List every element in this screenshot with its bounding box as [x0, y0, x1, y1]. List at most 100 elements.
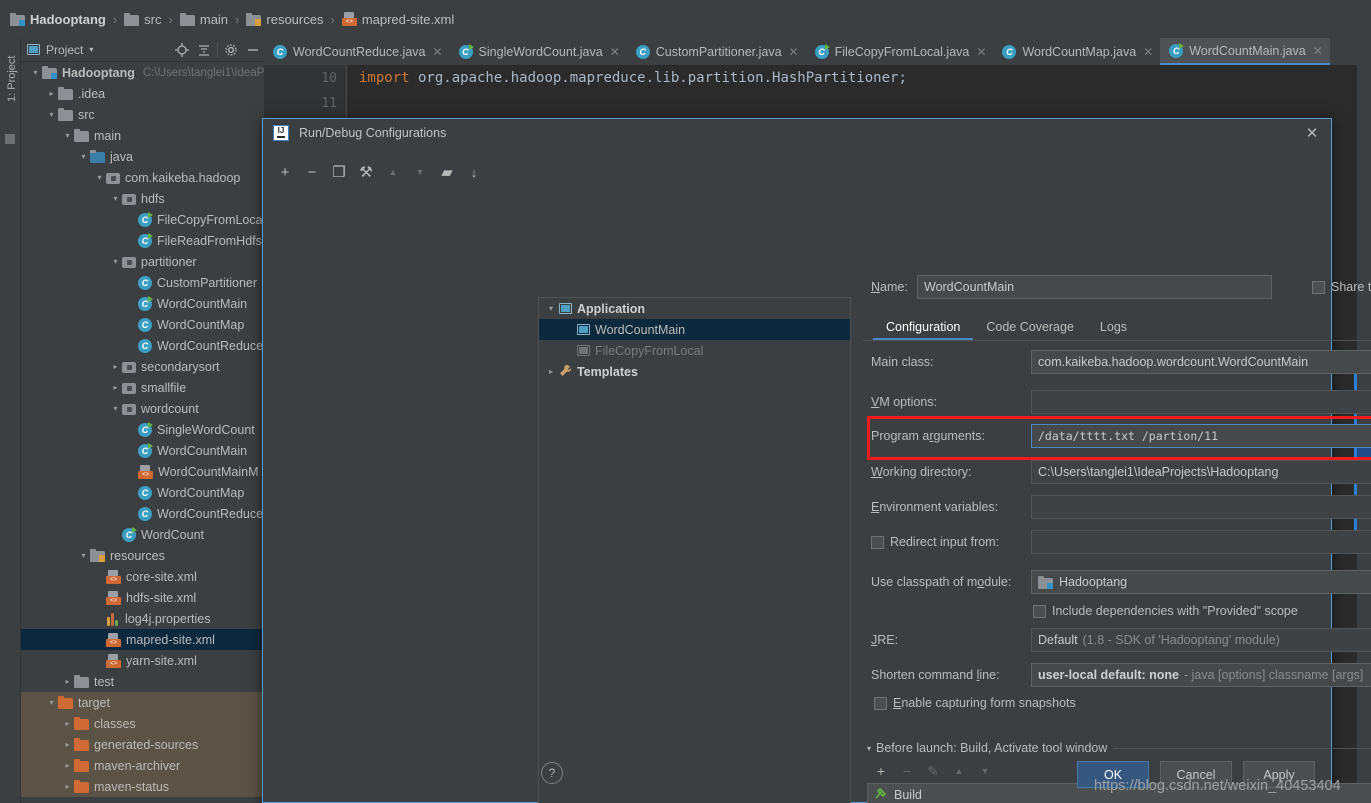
chevron-down-icon[interactable]: ▾: [77, 152, 90, 161]
classpath-module-select[interactable]: Hadooptang ▾: [1031, 570, 1371, 594]
chevron-down-icon[interactable]: ▾: [93, 173, 106, 182]
add-task-icon[interactable]: +: [870, 761, 892, 781]
chevron-right-icon[interactable]: ▸: [61, 761, 74, 770]
tab-configuration[interactable]: Configuration: [873, 314, 974, 340]
tree-item[interactable]: ▸ .idea: [21, 83, 264, 104]
chevron-down-icon[interactable]: ▾: [543, 304, 559, 313]
editor-tab-singlewordcount[interactable]: C SingleWordCount.java ✕: [450, 38, 627, 65]
hide-icon[interactable]: [242, 39, 264, 61]
chevron-down-icon[interactable]: ▾: [109, 194, 122, 203]
breadcrumb-item-src[interactable]: src: [122, 7, 163, 31]
tree-item[interactable]: ▾ wordcount: [21, 398, 264, 419]
chevron-right-icon[interactable]: ▸: [61, 719, 74, 728]
close-icon[interactable]: ✕: [432, 45, 442, 59]
tree-item[interactable]: ▾ target: [21, 692, 264, 713]
tree-item[interactable]: ▸ test: [21, 671, 264, 692]
tree-item[interactable]: ▸ classes: [21, 713, 264, 734]
tree-item[interactable]: C WordCountMap: [21, 314, 264, 335]
config-list-item[interactable]: ▾ Application: [539, 298, 850, 319]
vm-options-input[interactable]: + ⤢: [1031, 390, 1371, 414]
copy-icon[interactable]: ❐: [327, 161, 351, 183]
tree-item[interactable]: C FileReadFromHdfs: [21, 230, 264, 251]
config-list-item[interactable]: FileCopyFromLocal: [539, 340, 850, 361]
tree-item[interactable]: ▾ resources: [21, 545, 264, 566]
tree-item[interactable]: <> core-site.xml: [21, 566, 264, 587]
chevron-right-icon[interactable]: ▸: [61, 677, 74, 686]
breadcrumb-item-mapred-site-xml[interactable]: <> mapred-site.xml: [340, 7, 456, 31]
tree-item[interactable]: C WordCountMain: [21, 440, 264, 461]
breadcrumb-item-hadooptang[interactable]: Hadooptang: [8, 7, 108, 31]
gear-icon[interactable]: [220, 39, 242, 61]
chevron-right-icon[interactable]: ▸: [61, 782, 74, 791]
tree-item[interactable]: ▸ secondarysort: [21, 356, 264, 377]
tab-logs[interactable]: Logs: [1087, 314, 1140, 340]
editor-tab-wordcountmap[interactable]: C WordCountMap.java ✕: [993, 38, 1160, 65]
chevron-down-icon[interactable]: ▾: [89, 45, 93, 54]
tree-item[interactable]: ▾ java: [21, 146, 264, 167]
structure-tool-window-button[interactable]: [5, 134, 15, 144]
tree-item[interactable]: ▸ generated-sources: [21, 734, 264, 755]
enable-snapshots-checkbox-box[interactable]: [874, 696, 887, 710]
close-icon[interactable]: ✕: [1313, 44, 1323, 58]
tree-item[interactable]: C SingleWordCount: [21, 419, 264, 440]
config-list-item[interactable]: ▸ Templates: [539, 361, 850, 382]
redirect-input-field[interactable]: [1031, 530, 1371, 554]
redirect-input-checkbox[interactable]: Redirect input from:: [871, 535, 1031, 549]
tree-item[interactable]: C WordCount: [21, 524, 264, 545]
chevron-down-icon[interactable]: ▾: [109, 404, 122, 413]
tree-item[interactable]: ▸ smallfile: [21, 377, 264, 398]
editor-tab-wordcountmain[interactable]: C WordCountMain.java ✕: [1160, 38, 1330, 65]
tree-item[interactable]: <> yarn-site.xml: [21, 650, 264, 671]
tree-item[interactable]: ▸ maven-status: [21, 776, 264, 797]
chevron-down-icon[interactable]: ▾: [45, 110, 58, 119]
editor-tab-filecopyfromlocal[interactable]: C FileCopyFromLocal.java ✕: [806, 38, 994, 65]
include-provided-checkbox-box[interactable]: [1033, 604, 1046, 618]
editor-tab-custompartitioner[interactable]: C CustomPartitioner.java ✕: [627, 38, 806, 65]
enable-snapshots-checkbox[interactable]: Enable capturing form snapshots: [874, 696, 1076, 710]
tree-item[interactable]: ▾ com.kaikeba.hadoop: [21, 167, 264, 188]
project-tree[interactable]: ▾ Hadooptang C:\Users\tanglei1\IdeaProj ▸ .i…: [21, 62, 264, 803]
collapse-all-icon[interactable]: [193, 39, 215, 61]
chevron-right-icon[interactable]: ▸: [109, 383, 122, 392]
project-tool-window-button[interactable]: 1: Project: [6, 42, 18, 102]
tree-item[interactable]: ▸ maven-archiver: [21, 755, 264, 776]
jre-select[interactable]: Default (1.8 - SDK of 'Hadooptang' modul…: [1031, 628, 1371, 652]
tree-item[interactable]: C CustomPartitioner: [21, 272, 264, 293]
help-button[interactable]: ?: [541, 762, 563, 784]
share-vcs-checkbox-box[interactable]: [1312, 280, 1325, 294]
tree-item[interactable]: <> mapred-site.xml: [21, 629, 264, 650]
chevron-right-icon[interactable]: ▸: [109, 362, 122, 371]
tree-item[interactable]: C WordCountReduce: [21, 335, 264, 356]
editor-tab-wordcountreduce[interactable]: C WordCountReduce.java ✕: [264, 38, 450, 65]
close-icon[interactable]: ✕: [789, 45, 799, 59]
tree-item[interactable]: ▾ partitioner: [21, 251, 264, 272]
tree-item[interactable]: C WordCountReduce: [21, 503, 264, 524]
chevron-right-icon[interactable]: ▸: [61, 740, 74, 749]
environment-variables-input[interactable]: [1031, 495, 1371, 519]
tree-item[interactable]: C WordCountMain: [21, 293, 264, 314]
tree-item[interactable]: <> WordCountMainM: [21, 461, 264, 482]
tree-item[interactable]: ▾ Hadooptang C:\Users\tanglei1\IdeaProj: [21, 62, 264, 83]
before-launch-header[interactable]: ▾ Before launch: Build, Activate tool wi…: [867, 741, 1371, 755]
chevron-right-icon[interactable]: ▸: [543, 367, 559, 376]
tree-item[interactable]: <> hdfs-site.xml: [21, 587, 264, 608]
include-provided-checkbox[interactable]: Include dependencies with "Provided" sco…: [1033, 604, 1298, 618]
main-class-input[interactable]: com.kaikeba.hadoop.wordcount.WordCountMa…: [1031, 350, 1371, 374]
config-list-item[interactable]: WordCountMain: [539, 319, 850, 340]
tree-item[interactable]: C FileCopyFromLocal: [21, 209, 264, 230]
breadcrumb-item-main[interactable]: main: [178, 7, 230, 31]
configurations-list[interactable]: ▾ Application WordCountMain FileCopyFromLoc…: [538, 297, 851, 803]
chevron-down-icon[interactable]: ▾: [29, 68, 42, 77]
add-icon[interactable]: +: [273, 161, 297, 183]
tree-item[interactable]: ▾ main: [21, 125, 264, 146]
locate-icon[interactable]: [171, 39, 193, 61]
chevron-down-icon[interactable]: ▾: [45, 698, 58, 707]
remove-icon[interactable]: −: [300, 161, 324, 183]
name-input[interactable]: WordCountMain: [917, 275, 1272, 299]
close-icon[interactable]: ✕: [976, 45, 986, 59]
working-directory-input[interactable]: C:\Users\tanglei1\IdeaProjects\Hadooptan…: [1031, 460, 1371, 484]
close-icon[interactable]: ✕: [1303, 124, 1321, 142]
edit-templates-icon[interactable]: ⚒: [354, 161, 378, 183]
tree-item[interactable]: ▾ hdfs: [21, 188, 264, 209]
chevron-down-icon[interactable]: ▾: [109, 257, 122, 266]
